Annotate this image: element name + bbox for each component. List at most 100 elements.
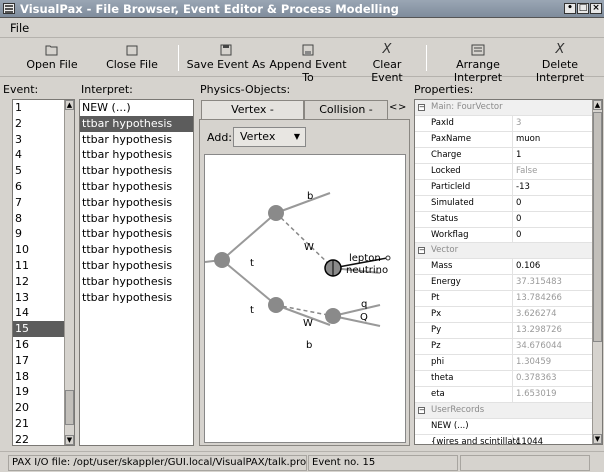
interpret-list-item[interactable]: ttbar hypothesis xyxy=(80,290,193,306)
lepton-endpoint[interactable] xyxy=(385,255,391,261)
menu-bar: File xyxy=(0,18,604,38)
event-list: 1 2 3 4 5 6 7 8 9 10 11 12 13 14 15 16 17 18 19 20 21 22 ▲ ▼ xyxy=(12,99,75,446)
event-diagram-canvas[interactable]: b W t lepton neutrino t W q Q b xyxy=(204,154,406,443)
top-vertex-1[interactable] xyxy=(268,205,284,221)
interpret-list-item[interactable]: ttbar hypothesis xyxy=(80,163,193,179)
property-key: Energy xyxy=(431,277,461,288)
properties-scrollbar[interactable]: ▲ ▼ xyxy=(592,100,602,444)
top-quark-edge-1 xyxy=(221,212,277,261)
interpret-list-item[interactable]: ttbar hypothesis xyxy=(80,115,193,132)
append-event-to-button[interactable]: Append Event To xyxy=(266,41,350,84)
w-boson-edge-1 xyxy=(275,212,334,269)
add-type-select[interactable]: Vertex ▼ xyxy=(233,127,306,147)
property-row[interactable]: Mass 0.106 xyxy=(415,259,602,276)
property-row[interactable]: Status 0 xyxy=(415,211,602,228)
property-value: 13.784266 xyxy=(512,291,592,307)
property-value: 0.378363 xyxy=(512,370,592,386)
property-key: PaxName xyxy=(431,133,472,144)
property-key: Py xyxy=(431,325,442,336)
interpret-list-item[interactable]: ttbar hypothesis xyxy=(80,147,193,163)
scroll-up-arrow-icon[interactable]: ▲ xyxy=(65,100,74,110)
tab-collision-vertex[interactable]: Collision - Vertex xyxy=(304,100,388,134)
property-value[interactable]: 1 xyxy=(512,147,592,163)
arrange-interpret-button[interactable]: Arrange Interpret xyxy=(433,41,523,84)
property-row[interactable]: eta 1.653019 xyxy=(415,386,602,403)
interpret-list-item[interactable]: ttbar hypothesis xyxy=(80,242,193,258)
w-vertex-2[interactable] xyxy=(325,308,341,324)
property-group-vector[interactable]: − Vector xyxy=(415,243,602,260)
property-row[interactable]: Charge 1 xyxy=(415,147,602,164)
interpret-list-item[interactable]: ttbar hypothesis xyxy=(80,274,193,290)
property-row[interactable]: {wires and scintillators11044 xyxy=(415,434,602,444)
property-value: 37.315483 xyxy=(512,275,592,291)
clear-event-button[interactable]: X Clear Event xyxy=(357,41,417,84)
clear-event-label: Clear Event xyxy=(371,58,403,84)
property-value[interactable]: 0 xyxy=(512,227,592,243)
interpret-list-item[interactable]: ttbar hypothesis xyxy=(80,132,193,148)
interpret-list-item[interactable]: ttbar hypothesis xyxy=(80,226,193,242)
interpret-list-item[interactable]: ttbar hypothesis xyxy=(80,179,193,195)
properties-header: Properties: xyxy=(414,83,474,96)
save-icon xyxy=(301,44,315,56)
maximize-button[interactable]: □ xyxy=(577,3,589,14)
scroll-down-arrow-icon[interactable]: ▼ xyxy=(593,434,602,444)
collapse-icon[interactable]: − xyxy=(418,104,425,111)
property-row[interactable]: PaxId 3 xyxy=(415,115,602,132)
close-file-button[interactable]: Close File xyxy=(100,41,164,75)
scroll-thumb[interactable] xyxy=(65,390,74,425)
property-row[interactable]: NEW (...) xyxy=(415,419,602,435)
property-row[interactable]: Py 13.298726 xyxy=(415,323,602,340)
collapse-icon[interactable]: − xyxy=(418,406,425,414)
property-row[interactable]: Pz 34.676044 xyxy=(415,339,602,355)
property-row[interactable]: Workflag 0 xyxy=(415,227,602,244)
scroll-up-arrow-icon[interactable]: ▲ xyxy=(593,100,602,110)
property-value[interactable]: 11044 xyxy=(512,434,592,444)
scroll-down-arrow-icon[interactable]: ▼ xyxy=(65,435,74,445)
property-value: 1.30459 xyxy=(512,355,592,370)
tab-scroll-left-icon[interactable]: < xyxy=(389,102,397,113)
property-row[interactable]: Locked False xyxy=(415,163,602,180)
properties-rows: − Main: FourVector PaxId 3 PaxName muon Charge… xyxy=(415,100,602,444)
label-neutrino: neutrino xyxy=(346,265,388,276)
property-value[interactable]: 0.106 xyxy=(512,259,592,275)
interpret-list-item[interactable]: ttbar hypothesis xyxy=(80,258,193,274)
delete-interpret-button[interactable]: X Delete Interpret xyxy=(520,41,600,84)
menu-file[interactable]: File xyxy=(10,21,29,35)
top-vertex-2[interactable] xyxy=(268,297,284,313)
property-row[interactable]: phi 1.30459 xyxy=(415,355,602,371)
label-b1: b xyxy=(307,191,313,202)
save-event-as-button[interactable]: Save Event As xyxy=(184,41,268,75)
minimize-button[interactable]: • xyxy=(564,3,576,14)
property-group-main[interactable]: − Main: FourVector xyxy=(415,100,602,116)
property-row[interactable]: Energy 37.315483 xyxy=(415,275,602,292)
property-row[interactable]: Px 3.626274 xyxy=(415,307,602,324)
event-list-scrollbar[interactable]: ▲ ▼ xyxy=(64,100,74,445)
folder-open-icon xyxy=(45,44,59,56)
property-row[interactable]: theta 0.378363 xyxy=(415,370,602,387)
title-bar: VisualPax - File Browser, Event Editor &… xyxy=(0,0,604,18)
delete-x-icon: X xyxy=(555,42,565,57)
open-file-button[interactable]: Open File xyxy=(20,41,84,75)
property-group-user[interactable]: − UserRecords xyxy=(415,402,602,419)
property-value[interactable]: 0 xyxy=(512,195,592,211)
interpret-list-item[interactable]: ttbar hypothesis xyxy=(80,195,193,211)
property-row[interactable]: PaxName muon xyxy=(415,131,602,148)
property-value[interactable]: -13 xyxy=(512,179,592,195)
scroll-thumb[interactable] xyxy=(593,112,602,342)
property-row[interactable]: Simulated 0 xyxy=(415,195,602,212)
property-value[interactable]: muon xyxy=(512,131,592,147)
primary-vertex[interactable] xyxy=(214,252,230,268)
tab-vertex-fourvector[interactable]: Vertex - FourVector xyxy=(201,100,304,134)
property-value: 3.626274 xyxy=(512,307,592,323)
close-file-label: Close File xyxy=(106,58,158,71)
interpret-list-item[interactable]: ttbar hypothesis xyxy=(80,211,193,227)
add-type-value: Vertex xyxy=(240,130,276,143)
property-key: Mass xyxy=(431,261,453,272)
interpret-list-item[interactable]: NEW (...) xyxy=(80,100,193,116)
property-row[interactable]: Pt 13.784266 xyxy=(415,291,602,308)
close-window-button[interactable]: × xyxy=(590,3,602,14)
tab-scroll-right-icon[interactable]: > xyxy=(398,102,406,113)
property-row[interactable]: ParticleId -13 xyxy=(415,179,602,196)
property-value[interactable]: 0 xyxy=(512,211,592,227)
collapse-icon[interactable]: − xyxy=(418,247,425,255)
